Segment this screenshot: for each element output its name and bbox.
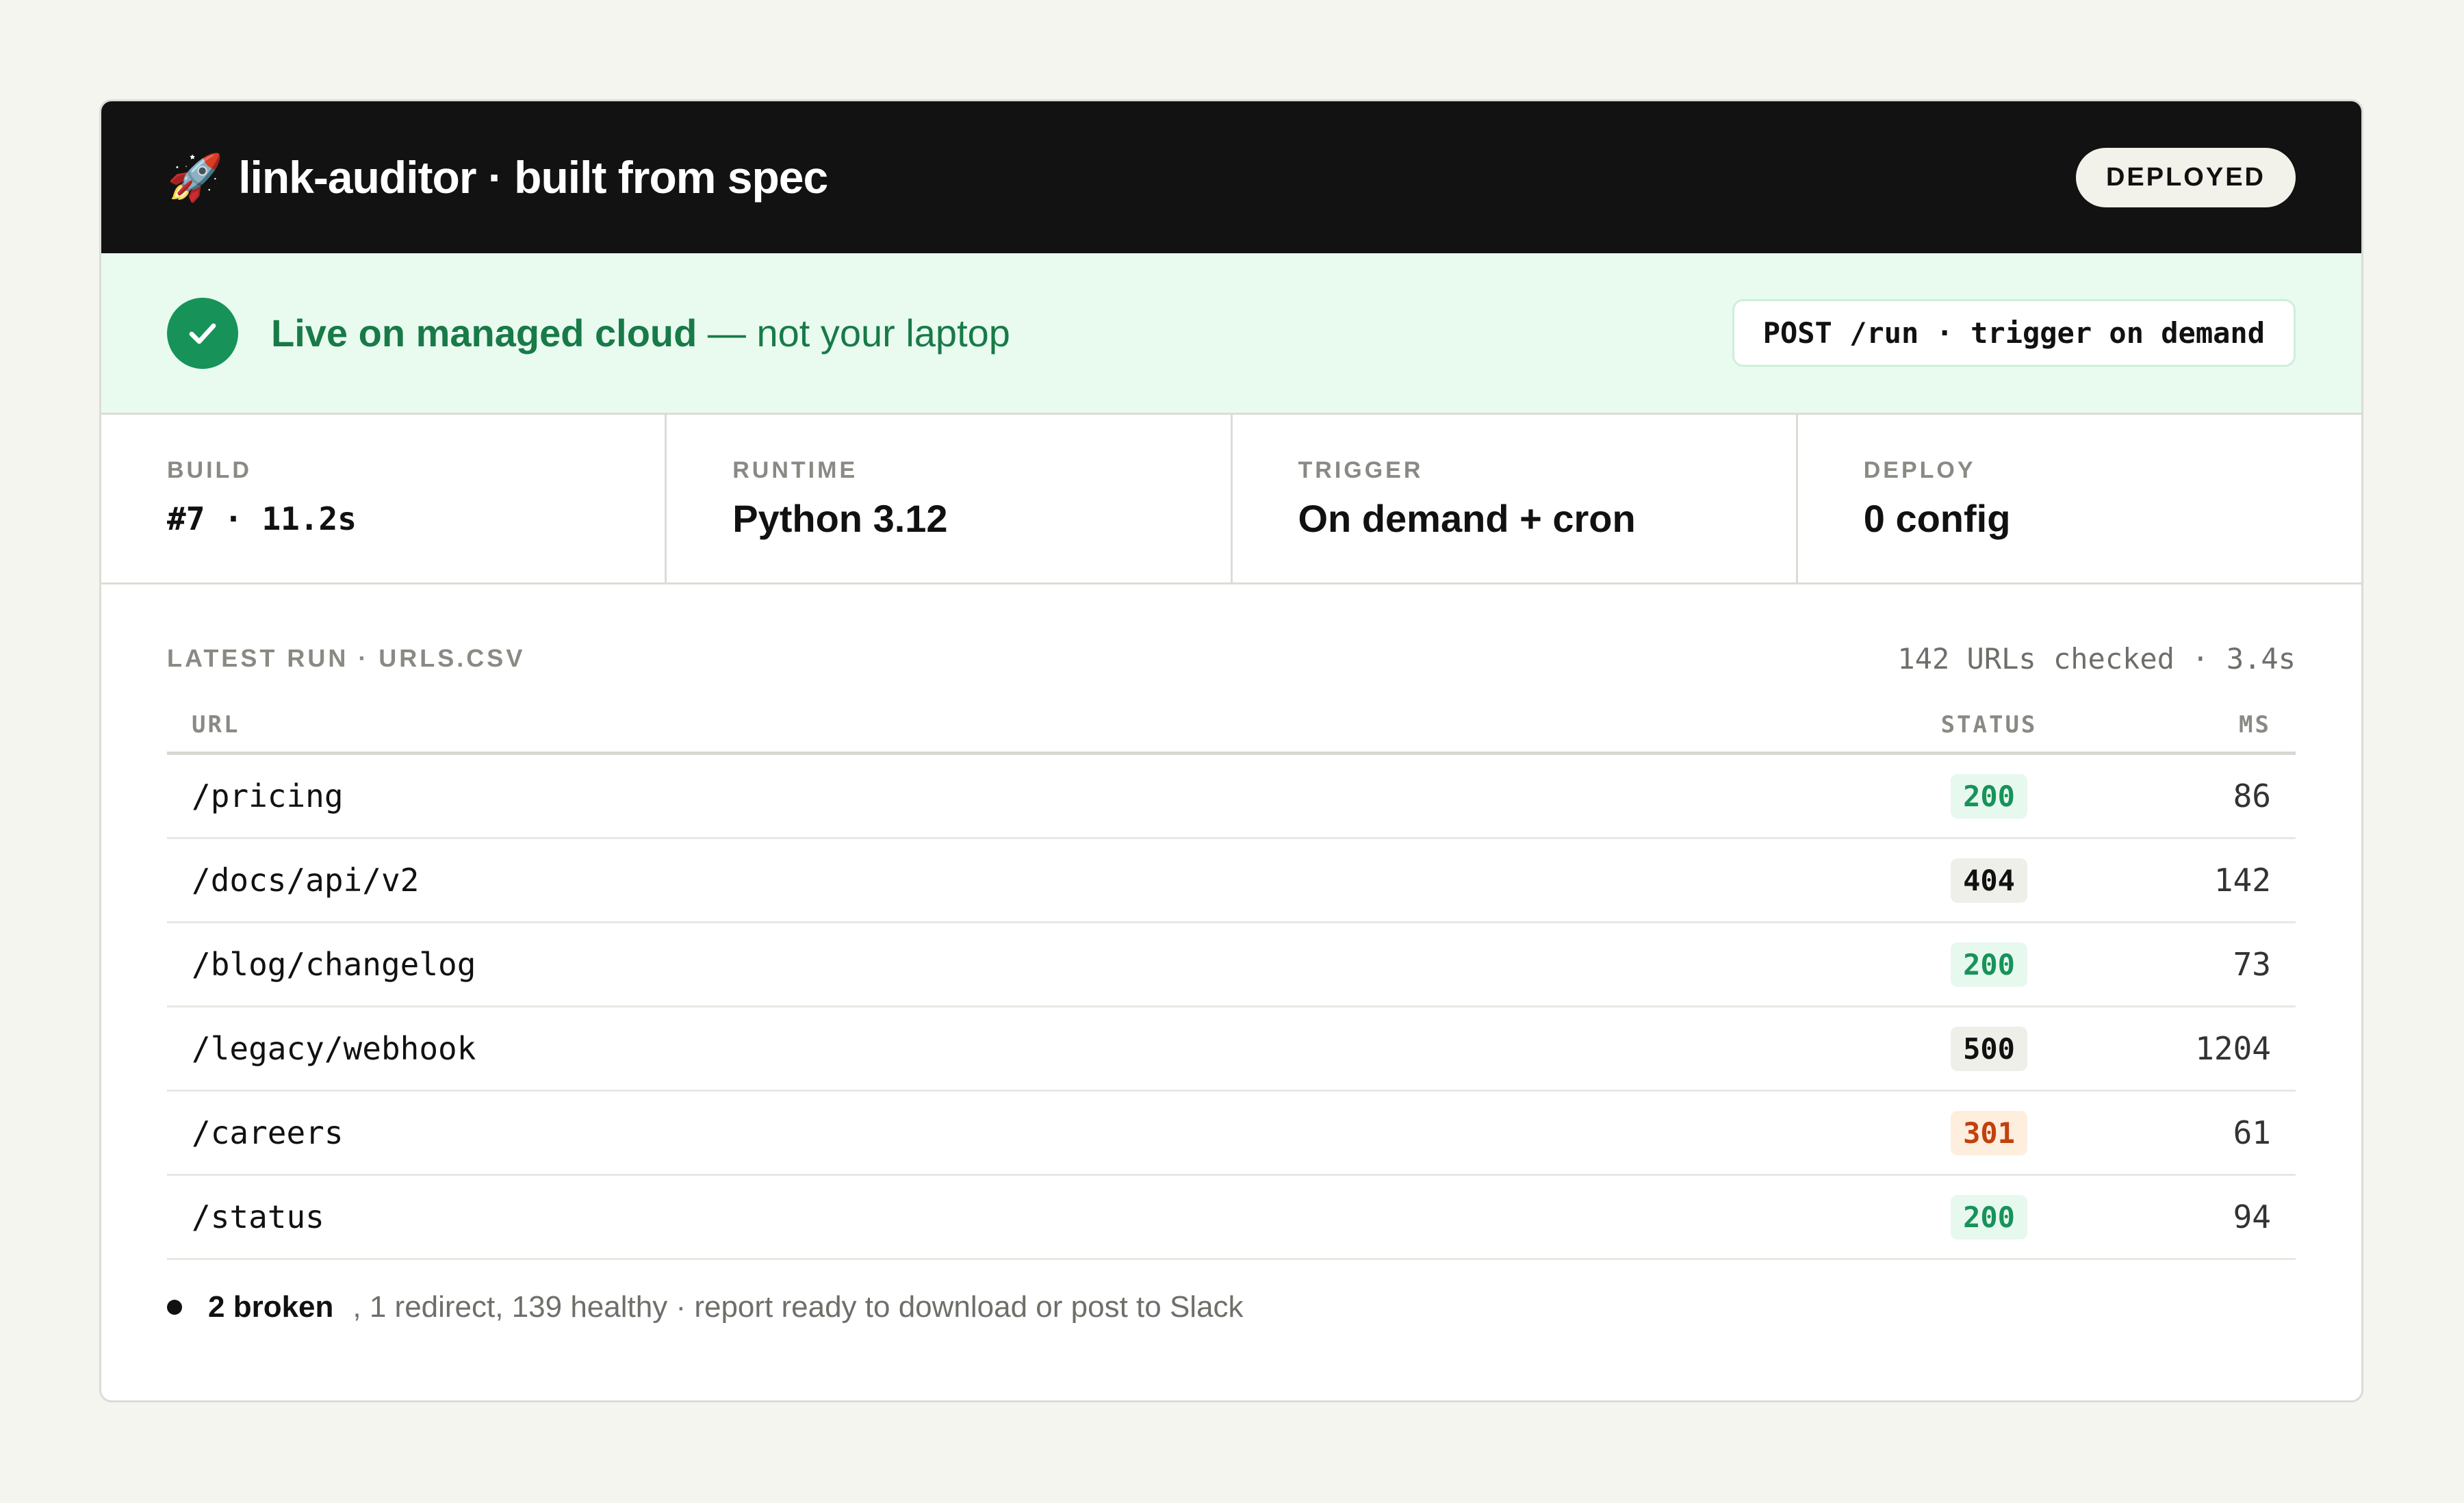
results-table: URL STATUS MS /pricing 200 86 /docs/api/…: [167, 698, 2296, 1260]
url-cell: /blog/changelog: [167, 922, 1896, 1007]
rocket-icon: 🚀: [167, 152, 224, 203]
run-footer: 2 broken , 1 redirect, 139 healthy · rep…: [167, 1290, 2296, 1324]
status-cell: 500: [1896, 1006, 2082, 1092]
stats-row: BUILD #7 · 11.2s RUNTIME Python 3.12 TRI…: [101, 415, 2361, 584]
ms-cell: 86: [2082, 753, 2296, 839]
stat-value: On demand + cron: [1298, 497, 1636, 540]
table-row[interactable]: /legacy/webhook 500 1204: [167, 1006, 2296, 1092]
table-row[interactable]: /status 200 94: [167, 1174, 2296, 1260]
column-header-status: STATUS: [1896, 698, 2082, 755]
column-header-url: URL: [167, 698, 1896, 755]
live-banner: Live on managed cloud — not your laptop …: [101, 253, 2361, 415]
live-text-strong: Live on managed cloud: [271, 311, 697, 355]
status-cell: 301: [1896, 1090, 2082, 1176]
status-cell: 200: [1896, 1174, 2082, 1260]
table-row[interactable]: /careers 301 61: [167, 1090, 2296, 1176]
run-title: LATEST RUN · URLS.CSV: [167, 644, 526, 672]
ms-cell: 73: [2082, 922, 2296, 1007]
status-cell: 200: [1896, 753, 2082, 839]
title-group: 🚀 link-auditor · built from spec: [167, 151, 828, 203]
stat-label: RUNTIME: [732, 457, 858, 483]
table-header-row: URL STATUS MS: [167, 698, 2296, 755]
table-row[interactable]: /blog/changelog 200 73: [167, 922, 2296, 1007]
status-badge: 500: [1951, 1026, 2027, 1071]
app-title: link-auditor · built from spec: [238, 152, 828, 203]
footer-summary: , 1 redirect, 139 healthy · report ready…: [352, 1290, 1244, 1324]
live-text: Live on managed cloud — not your laptop: [271, 311, 1010, 355]
ms-cell: 94: [2082, 1174, 2296, 1260]
url-cell: /docs/api/v2: [167, 838, 1896, 923]
status-badge: 301: [1951, 1110, 2027, 1155]
status-badge: 404: [1951, 858, 2027, 903]
checkmark-icon: [189, 323, 216, 344]
stat-deploy: DEPLOY 0 config: [1798, 415, 2361, 582]
stat-label: BUILD: [167, 457, 252, 483]
status-badge: 200: [1951, 773, 2027, 819]
table-row[interactable]: /pricing 200 86: [167, 753, 2296, 839]
status-badge: 200: [1951, 942, 2027, 987]
broken-count: 2 broken: [208, 1290, 334, 1324]
url-cell: /pricing: [167, 753, 1896, 839]
latest-run-section: LATEST RUN · URLS.CSV 142 URLs checked ·…: [101, 584, 2361, 1324]
bullet-dot-icon: [167, 1300, 182, 1315]
ms-cell: 142: [2082, 838, 2296, 923]
check-circle-icon: [167, 297, 238, 369]
status-badge: 200: [1951, 1194, 2027, 1239]
run-header: LATEST RUN · URLS.CSV 142 URLs checked ·…: [167, 638, 2296, 679]
deployment-card: 🚀 link-auditor · built from spec DEPLOYE…: [99, 99, 2363, 1402]
url-cell: /legacy/webhook: [167, 1006, 1896, 1092]
url-cell: /status: [167, 1174, 1896, 1260]
status-cell: 200: [1896, 922, 2082, 1007]
url-cell: /careers: [167, 1090, 1896, 1176]
run-summary: 142 URLs checked · 3.4s: [1897, 641, 2296, 676]
live-status: Live on managed cloud — not your laptop: [167, 297, 1010, 369]
ms-cell: 61: [2082, 1090, 2296, 1176]
stat-value: 0 config: [1863, 497, 2011, 540]
stat-value: #7 · 11.2s: [167, 500, 357, 537]
stat-label: DEPLOY: [1863, 457, 1976, 483]
stat-runtime: RUNTIME Python 3.12: [667, 415, 1233, 582]
stat-trigger: TRIGGER On demand + cron: [1233, 415, 1798, 582]
card-header: 🚀 link-auditor · built from spec DEPLOYE…: [101, 101, 2361, 253]
run-endpoint[interactable]: POST /run · trigger on demand: [1732, 299, 2296, 367]
column-header-ms: MS: [2082, 698, 2296, 755]
deployed-badge: DEPLOYED: [2075, 147, 2296, 207]
stat-label: TRIGGER: [1298, 457, 1424, 483]
table-row[interactable]: /docs/api/v2 404 142: [167, 838, 2296, 923]
status-cell: 404: [1896, 838, 2082, 923]
live-text-rest: — not your laptop: [697, 311, 1010, 355]
ms-cell: 1204: [2082, 1006, 2296, 1092]
stat-build: BUILD #7 · 11.2s: [101, 415, 667, 582]
stat-value: Python 3.12: [732, 497, 948, 540]
